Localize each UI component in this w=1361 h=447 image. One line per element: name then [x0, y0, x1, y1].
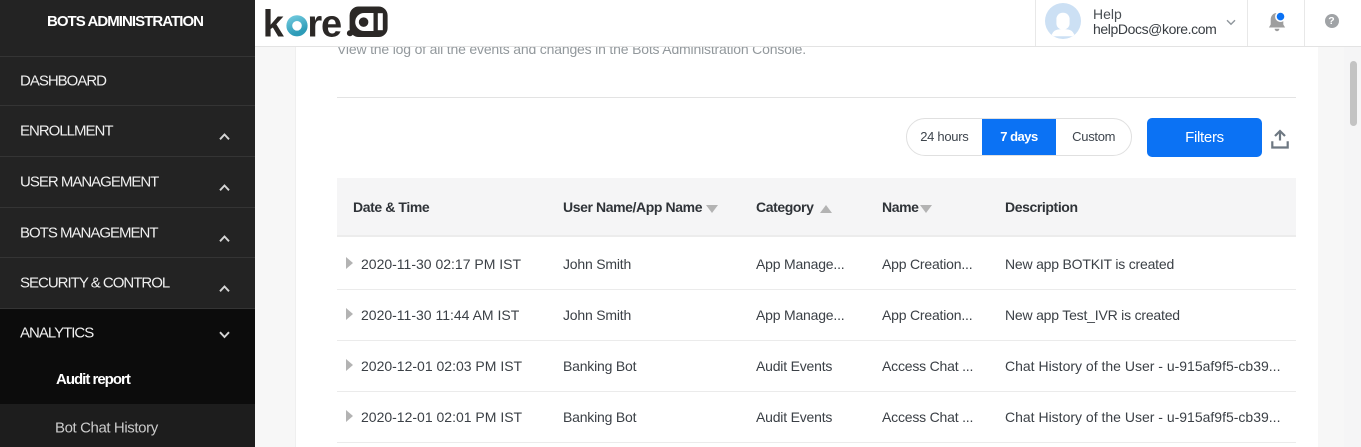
svg-text:k: k [263, 3, 285, 40]
svg-text:re: re [307, 3, 341, 40]
